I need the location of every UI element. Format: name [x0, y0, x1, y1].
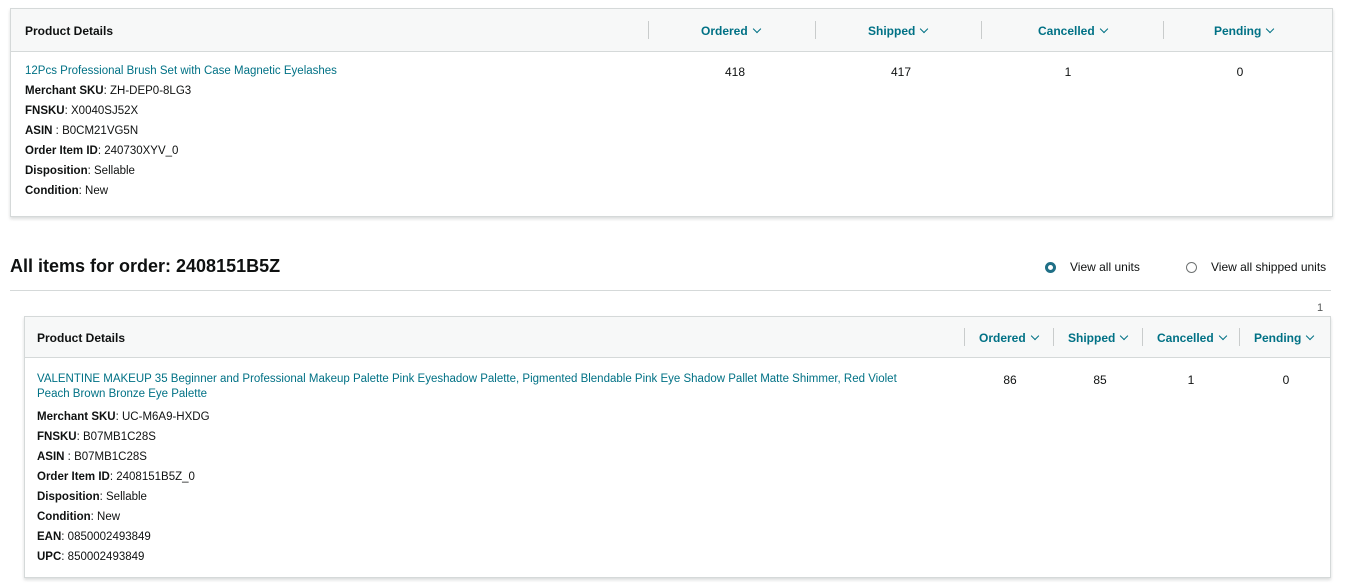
column-divider — [964, 328, 965, 346]
fnsku: FNSKU: B07MB1C28S — [37, 431, 156, 443]
order-item-id: Order Item ID: 2408151B5Z_0 — [37, 471, 195, 483]
header-cancelled-label: Cancelled — [1038, 24, 1095, 38]
page-number: 1 — [1317, 302, 1324, 314]
column-divider — [648, 21, 649, 39]
header-shipped-label: Shipped — [868, 24, 916, 38]
chevron-down-icon — [920, 24, 929, 34]
chevron-down-icon — [1306, 331, 1315, 341]
header-product-details: Product Details — [25, 24, 114, 38]
asin: ASIN : B0CM21VG5N — [25, 125, 139, 137]
ordered-count: 86 — [1003, 373, 1017, 387]
chevron-down-icon — [1030, 331, 1039, 341]
chevron-down-icon — [1266, 24, 1275, 34]
sort-ordered-button[interactable]: Ordered — [701, 24, 761, 38]
fnsku: FNSKU: X0040SJ52X — [25, 105, 139, 117]
sort-pending-button[interactable]: Pending — [1254, 331, 1315, 345]
ordered-count: 418 — [724, 65, 746, 79]
sort-pending-button[interactable]: Pending — [1214, 24, 1275, 38]
sort-cancelled-button[interactable]: Cancelled — [1038, 24, 1108, 38]
cancelled-count: 1 — [1187, 373, 1195, 387]
product-title-link[interactable]: VALENTINE MAKEUP 35 Beginner and Profess… — [37, 372, 937, 402]
radio-selected-icon — [1045, 261, 1056, 273]
pending-count: 0 — [1282, 373, 1290, 387]
shipped-count: 417 — [890, 65, 912, 79]
disposition: Disposition: Sellable — [25, 165, 135, 177]
order-items-table: Product Details Ordered Shipped Cancelle… — [24, 316, 1331, 578]
order-item-id: Order Item ID: 240730XYV_0 — [25, 145, 179, 157]
header-ordered-label: Ordered — [979, 331, 1026, 345]
chevron-down-icon — [1120, 331, 1129, 341]
view-all-shipped-units-label: View all shipped units — [1211, 260, 1327, 274]
pending-count: 0 — [1236, 65, 1244, 79]
merchant-sku: Merchant SKU: ZH-DEP0-8LG3 — [25, 85, 192, 97]
chevron-down-icon — [752, 24, 761, 34]
column-divider — [1163, 21, 1164, 39]
view-all-units-label: View all units — [1070, 260, 1140, 274]
header-pending-label: Pending — [1254, 331, 1302, 345]
view-all-shipped-units-radio[interactable]: View all shipped units — [1186, 260, 1326, 274]
sort-shipped-button[interactable]: Shipped — [1068, 331, 1129, 345]
summary-table: Product Details Ordered Shipped Cancelle… — [10, 8, 1333, 217]
shipped-count: 85 — [1093, 373, 1107, 387]
sort-shipped-button[interactable]: Shipped — [868, 24, 929, 38]
summary-table-header: Product Details Ordered Shipped Cancelle… — [11, 9, 1332, 52]
header-pending-label: Pending — [1214, 24, 1262, 38]
header-cancelled-label: Cancelled — [1157, 331, 1214, 345]
view-all-units-radio[interactable]: View all units — [1045, 260, 1140, 274]
sort-ordered-button[interactable]: Ordered — [979, 331, 1039, 345]
upc: UPC: 850002493849 — [37, 551, 145, 563]
column-divider — [1142, 328, 1143, 346]
sort-cancelled-button[interactable]: Cancelled — [1157, 331, 1227, 345]
header-shipped-label: Shipped — [1068, 331, 1116, 345]
column-divider — [1053, 328, 1054, 346]
divider — [10, 290, 1331, 291]
product-title-link[interactable]: 12Pcs Professional Brush Set with Case M… — [25, 64, 337, 79]
header-product-details: Product Details — [37, 331, 126, 345]
header-ordered-label: Ordered — [701, 24, 748, 38]
column-divider — [981, 21, 982, 39]
ean: EAN: 0850002493849 — [37, 531, 151, 543]
condition: Condition: New — [25, 185, 109, 197]
asin: ASIN : B07MB1C28S — [37, 451, 147, 463]
column-divider — [1239, 328, 1240, 346]
cancelled-count: 1 — [1064, 65, 1072, 79]
merchant-sku: Merchant SKU: UC-M6A9-HXDG — [37, 411, 210, 423]
chevron-down-icon — [1218, 331, 1227, 341]
order-items-table-header: Product Details Ordered Shipped Cancelle… — [25, 317, 1330, 358]
condition: Condition: New — [37, 511, 121, 523]
disposition: Disposition: Sellable — [37, 491, 147, 503]
chevron-down-icon — [1099, 24, 1108, 34]
column-divider — [815, 21, 816, 39]
radio-unselected-icon — [1186, 261, 1197, 273]
order-section-title: All items for order: 2408151B5Z — [10, 256, 281, 276]
